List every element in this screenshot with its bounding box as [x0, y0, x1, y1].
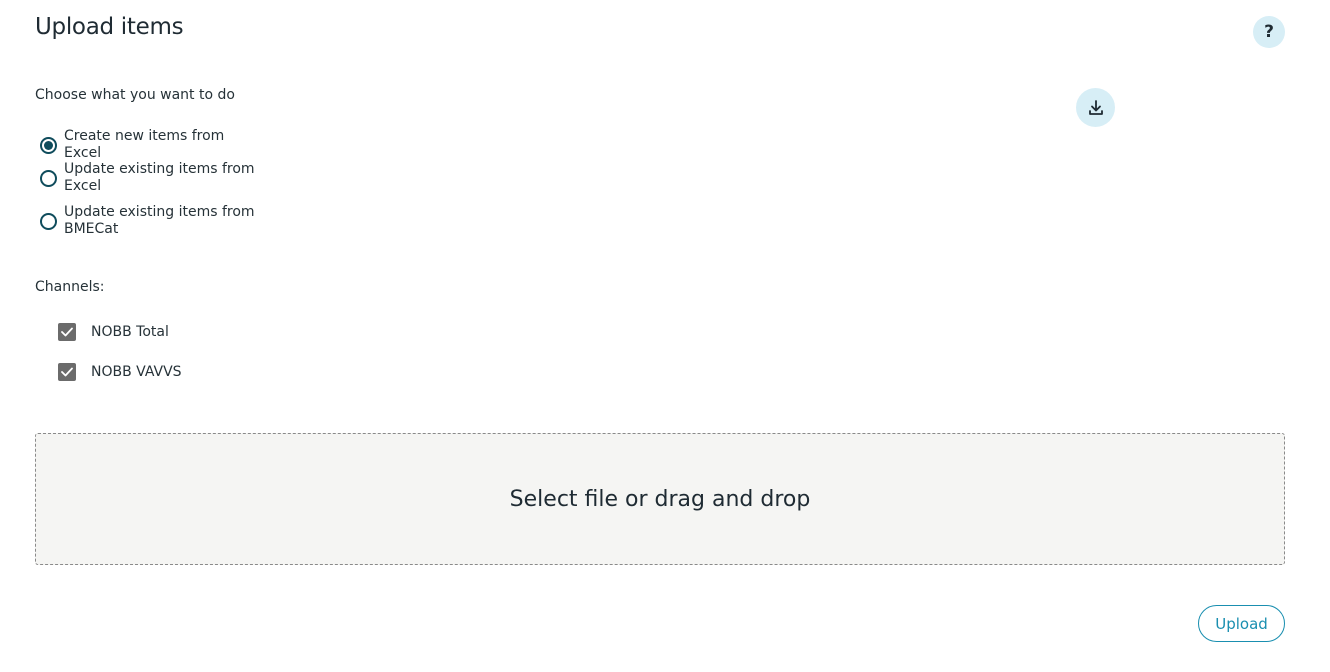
channel-nobb-vavvs[interactable]: NOBB VAVVS: [58, 363, 182, 381]
radio-label: Update existing items from Excel: [64, 161, 255, 194]
channels-label: Channels:: [35, 279, 105, 295]
checkmark-icon: [61, 367, 73, 377]
download-icon: [1088, 99, 1103, 115]
dropzone-text: Select file or drag and drop: [509, 486, 811, 512]
action-label: Choose what you want to do: [35, 87, 235, 103]
page-title: Upload items: [35, 14, 184, 40]
radio-selected-dot: [44, 140, 53, 150]
help-icon: ?: [1264, 22, 1274, 42]
help-button[interactable]: ?: [1253, 16, 1285, 48]
checkmark-icon: [61, 327, 73, 337]
checkbox-label: NOBB VAVVS: [91, 364, 182, 380]
download-template-button[interactable]: [1076, 88, 1115, 127]
radio-label: Create new items from Excel: [64, 128, 225, 161]
file-dropzone[interactable]: Select file or drag and drop: [35, 433, 1285, 565]
radio-create-new-excel[interactable]: Create new items from Excel: [40, 128, 264, 162]
checkbox[interactable]: [58, 323, 76, 341]
radio-update-excel[interactable]: Update existing items from Excel: [40, 161, 264, 195]
radio-update-bmecat[interactable]: Update existing items from BMECat: [40, 204, 264, 238]
radio-button[interactable]: [40, 212, 57, 230]
checkbox[interactable]: [58, 363, 76, 381]
radio-button[interactable]: [40, 136, 57, 154]
radio-button[interactable]: [40, 169, 57, 187]
checkbox-label: NOBB Total: [91, 324, 169, 340]
upload-items-page: Upload items ? Choose what you want to d…: [0, 0, 1330, 672]
radio-label: Update existing items from BMECat: [64, 204, 255, 237]
upload-button[interactable]: Upload: [1198, 605, 1285, 642]
channel-nobb-total[interactable]: NOBB Total: [58, 323, 169, 341]
